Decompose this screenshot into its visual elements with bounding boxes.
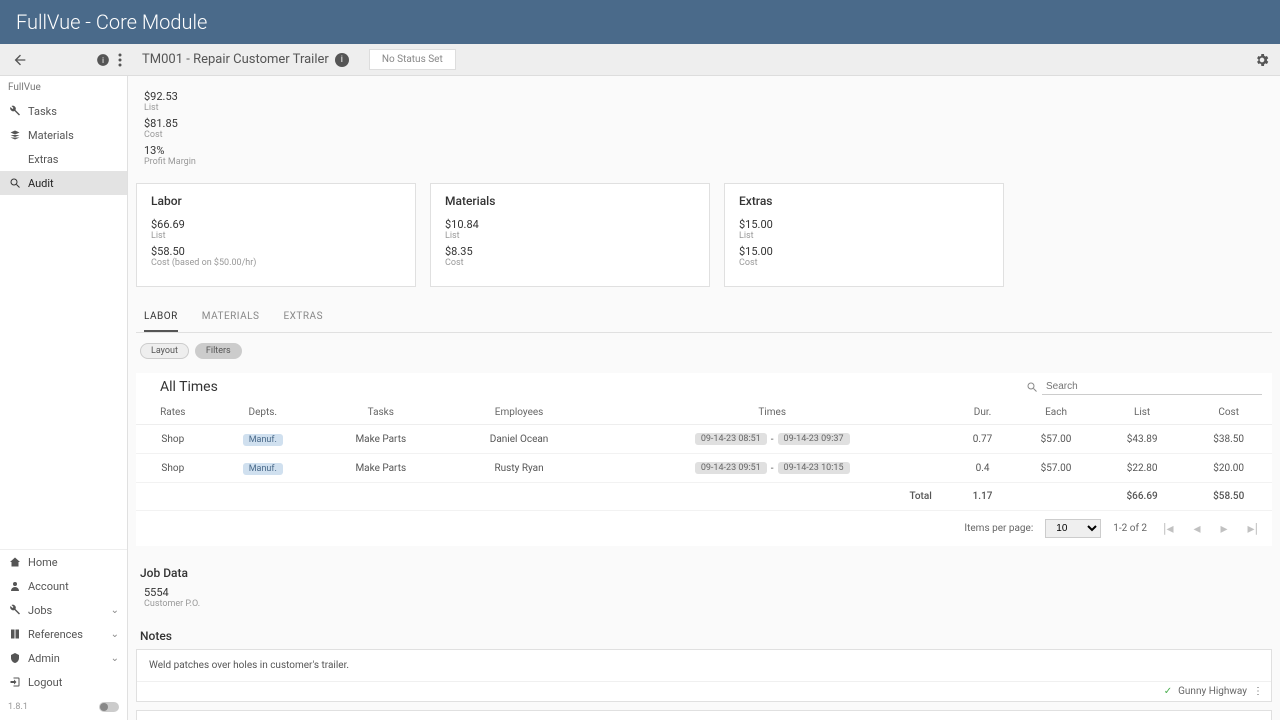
chip-layout[interactable]: Layout [140, 343, 189, 359]
info-icon[interactable]: i [96, 53, 110, 67]
sidebar-item-account[interactable]: Account [0, 574, 127, 598]
sidebar-item-logout[interactable]: Logout [0, 670, 127, 694]
chevron-down-icon: ⌄ [111, 605, 119, 616]
chip-filters[interactable]: Filters [195, 343, 242, 359]
sidebar-item-references[interactable]: References ⌄ [0, 622, 127, 646]
wrench-icon [8, 603, 22, 617]
tab-labor[interactable]: LABOR [144, 303, 178, 332]
first-page-button[interactable]: |◂ [1159, 521, 1177, 537]
sidebar-item-admin[interactable]: Admin ⌄ [0, 646, 127, 670]
app-title: FullVue - Core Module [16, 10, 207, 34]
app-header: FullVue - Core Module [0, 0, 1280, 44]
table-row[interactable]: Shop Manuf. Make Parts Daniel Ocean 09-1… [136, 425, 1272, 454]
wrench-icon [8, 104, 22, 118]
job-title: TM001 - Repair Customer Trailer [142, 52, 329, 67]
job-info-icon[interactable]: i [335, 53, 349, 67]
tab-materials[interactable]: MATERIALS [202, 303, 260, 332]
book-icon [8, 627, 22, 641]
sidebar-item-materials[interactable]: Materials [0, 123, 127, 147]
items-per-page-select[interactable]: 10 [1045, 519, 1101, 538]
notes-title: Notes [140, 629, 1272, 643]
summary-list-val: $92.53 [144, 90, 1264, 103]
note-more-icon[interactable]: ⋮ [1253, 686, 1263, 697]
svg-text:i: i [102, 55, 104, 64]
gear-icon[interactable] [1254, 52, 1270, 68]
note-item: Noticed hoses on trailer were shot. Wait… [136, 710, 1272, 720]
theme-toggle[interactable] [99, 702, 119, 712]
search-icon [8, 176, 22, 190]
table-title: All Times [160, 379, 218, 395]
back-button[interactable] [8, 48, 32, 72]
sidebar-item-audit[interactable]: Audit [0, 171, 127, 195]
version-label: 1.8.1 [8, 702, 28, 712]
chevron-down-icon: ⌄ [111, 629, 119, 640]
star-icon [8, 152, 22, 166]
note-item: Weld patches over holes in customer's tr… [136, 649, 1272, 702]
status-chip[interactable]: No Status Set [369, 49, 456, 70]
check-icon: ✓ [1164, 686, 1172, 697]
subheader: i TM001 - Repair Customer Trailer i No S… [0, 44, 1280, 76]
sidebar-label: FullVue [0, 76, 127, 99]
user-icon [8, 579, 22, 593]
sidebar-item-extras[interactable]: Extras [0, 147, 127, 171]
card-materials: Materials $10.84List $8.35Cost [430, 183, 710, 287]
page-range: 1-2 of 2 [1113, 523, 1147, 534]
logout-icon [8, 675, 22, 689]
main-content: $92.53List $81.85Cost 13%Profit Margin L… [128, 76, 1280, 720]
prev-page-button[interactable]: ◂ [1189, 521, 1204, 537]
chevron-down-icon: ⌄ [111, 653, 119, 664]
jobdata-title: Job Data [140, 566, 1272, 580]
search-icon[interactable] [1026, 381, 1038, 393]
table-row[interactable]: Shop Manuf. Make Parts Rusty Ryan 09-14-… [136, 454, 1272, 483]
more-icon[interactable] [118, 53, 122, 67]
home-icon [8, 555, 22, 569]
next-page-button[interactable]: ▸ [1217, 521, 1232, 537]
last-page-button[interactable]: ▸| [1244, 521, 1262, 537]
total-row: Total 1.17 $66.69 $58.50 [136, 483, 1272, 511]
times-table: Rates Depts. Tasks Employees Times Dur. … [136, 401, 1272, 511]
sidebar-item-home[interactable]: Home [0, 550, 127, 574]
sidebar-item-jobs[interactable]: Jobs ⌄ [0, 598, 127, 622]
summary-cost-val: $81.85 [144, 117, 1264, 130]
search-input[interactable] [1042, 379, 1262, 395]
card-extras: Extras $15.00List $15.00Cost [724, 183, 1004, 287]
sidebar: FullVue Tasks Materials Extras Audit Hom… [0, 76, 128, 720]
cubes-icon [8, 128, 22, 142]
card-labor: Labor $66.69List $58.50Cost (based on $5… [136, 183, 416, 287]
sidebar-item-tasks[interactable]: Tasks [0, 99, 127, 123]
tab-extras[interactable]: EXTRAS [283, 303, 323, 332]
shield-icon [8, 651, 22, 665]
summary-margin-val: 13% [144, 144, 1264, 157]
